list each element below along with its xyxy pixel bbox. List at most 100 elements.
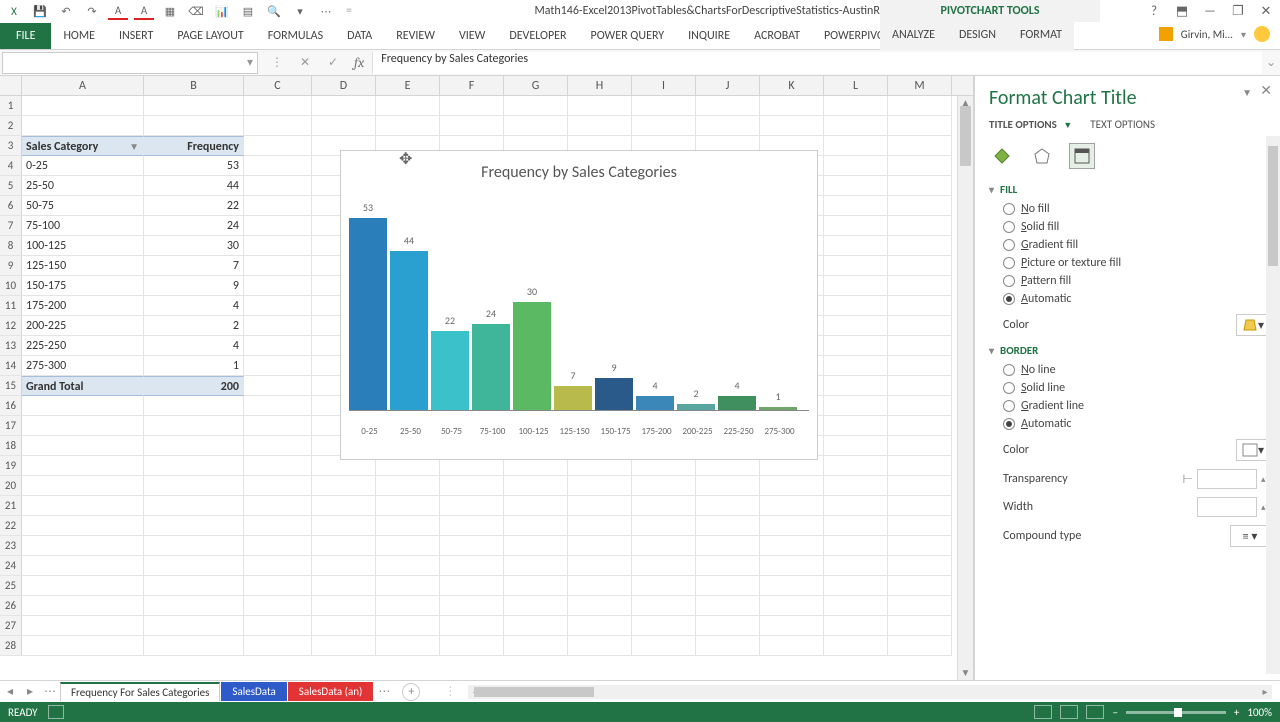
cell[interactable]: [824, 556, 888, 576]
cell[interactable]: [888, 416, 952, 436]
close-button[interactable]: ✕: [1256, 2, 1276, 20]
cell[interactable]: [568, 556, 632, 576]
cell[interactable]: [824, 536, 888, 556]
cell[interactable]: [888, 176, 952, 196]
cell[interactable]: [244, 576, 312, 596]
sheet-tab-salesdata[interactable]: SalesData: [221, 682, 286, 701]
cell[interactable]: [22, 596, 144, 616]
cell[interactable]: [760, 596, 824, 616]
cell[interactable]: [888, 296, 952, 316]
cell[interactable]: [144, 456, 244, 476]
undo-icon[interactable]: ↶: [56, 2, 76, 20]
column-header-D[interactable]: D: [312, 76, 376, 95]
cell[interactable]: [440, 496, 504, 516]
cell[interactable]: 9: [144, 276, 244, 296]
qat-more-icon[interactable]: ⋯: [316, 2, 336, 20]
chart-icon[interactable]: 📊: [212, 2, 232, 20]
taskpane-scroll-thumb[interactable]: [1268, 146, 1278, 266]
cell[interactable]: [440, 116, 504, 136]
chart-bar[interactable]: [513, 302, 551, 411]
cell[interactable]: [244, 276, 312, 296]
cell[interactable]: [440, 556, 504, 576]
user-avatar-icon[interactable]: [1254, 26, 1270, 42]
cell[interactable]: [244, 316, 312, 336]
row-header[interactable]: 2: [0, 116, 22, 136]
tab-data[interactable]: DATA: [335, 23, 384, 49]
cell[interactable]: [504, 536, 568, 556]
cell[interactable]: 150-175: [22, 276, 144, 296]
radio-icon[interactable]: [1003, 239, 1015, 251]
row-header[interactable]: 7: [0, 216, 22, 236]
fill-section-header[interactable]: ▾FILL: [989, 183, 1270, 196]
cell[interactable]: [376, 96, 440, 116]
row-header[interactable]: 24: [0, 556, 22, 576]
column-header-L[interactable]: L: [824, 76, 888, 95]
column-header-E[interactable]: E: [376, 76, 440, 95]
cell[interactable]: [760, 516, 824, 536]
cell[interactable]: [144, 496, 244, 516]
name-box-dropdown-icon[interactable]: ▾: [247, 55, 253, 70]
cell[interactable]: 53: [144, 156, 244, 176]
zoom-level[interactable]: 100%: [1247, 706, 1272, 719]
fill-color-picker[interactable]: ▾: [1236, 314, 1270, 336]
cell[interactable]: Grand Total: [22, 376, 144, 396]
cell[interactable]: [244, 236, 312, 256]
cell[interactable]: [144, 516, 244, 536]
tab-title-options[interactable]: TITLE OPTIONS ▼: [989, 118, 1072, 135]
enter-icon[interactable]: ✓: [322, 52, 344, 74]
cell[interactable]: [144, 476, 244, 496]
cell[interactable]: [824, 416, 888, 436]
cell[interactable]: [312, 96, 376, 116]
cell[interactable]: [632, 616, 696, 636]
chart-bar[interactable]: [718, 396, 756, 411]
cell[interactable]: [824, 116, 888, 136]
fill-option-solid-fill[interactable]: Solid fill: [1003, 220, 1270, 234]
horizontal-scrollbar[interactable]: ◂ ▸: [468, 685, 1272, 699]
effects-category-icon[interactable]: [1029, 143, 1055, 169]
cell[interactable]: [888, 336, 952, 356]
cell[interactable]: [376, 516, 440, 536]
cell[interactable]: [244, 176, 312, 196]
sheet-scroll-more[interactable]: ⋯: [374, 682, 394, 702]
cell[interactable]: [824, 336, 888, 356]
cell[interactable]: [824, 176, 888, 196]
formula-input[interactable]: Frequency by Sales Categories: [372, 52, 1262, 74]
cell[interactable]: [22, 396, 144, 416]
cell[interactable]: [568, 116, 632, 136]
cell[interactable]: [244, 96, 312, 116]
row-header[interactable]: 26: [0, 596, 22, 616]
cell[interactable]: [376, 116, 440, 136]
cell[interactable]: [888, 256, 952, 276]
cell[interactable]: [696, 576, 760, 596]
tab-inquire[interactable]: INQUIRE: [676, 23, 742, 49]
cell[interactable]: [244, 256, 312, 276]
cell[interactable]: 30: [144, 236, 244, 256]
security-warning-icon[interactable]: [1159, 27, 1173, 41]
macro-record-icon[interactable]: [48, 705, 64, 719]
cell[interactable]: [632, 496, 696, 516]
fill-option-automatic[interactable]: Automatic: [1003, 292, 1270, 306]
cell[interactable]: [504, 596, 568, 616]
cell[interactable]: [760, 476, 824, 496]
pivot-chart[interactable]: ✥ Frequency by Sales Categories 53442224…: [340, 150, 818, 460]
select-all-corner[interactable]: [0, 76, 22, 95]
cell[interactable]: [504, 116, 568, 136]
cell[interactable]: [144, 596, 244, 616]
cell[interactable]: [144, 396, 244, 416]
cell[interactable]: [888, 536, 952, 556]
cell[interactable]: [568, 536, 632, 556]
cell[interactable]: [824, 516, 888, 536]
cell[interactable]: [504, 496, 568, 516]
minimize-button[interactable]: —: [1200, 2, 1220, 20]
cell[interactable]: [888, 636, 952, 656]
cell[interactable]: [440, 636, 504, 656]
cell[interactable]: [824, 296, 888, 316]
cell[interactable]: [312, 496, 376, 516]
row-header[interactable]: 5: [0, 176, 22, 196]
cell[interactable]: [888, 436, 952, 456]
cell[interactable]: [696, 596, 760, 616]
cell[interactable]: [888, 196, 952, 216]
cell[interactable]: 2: [144, 316, 244, 336]
cell[interactable]: [824, 576, 888, 596]
cell[interactable]: [244, 456, 312, 476]
